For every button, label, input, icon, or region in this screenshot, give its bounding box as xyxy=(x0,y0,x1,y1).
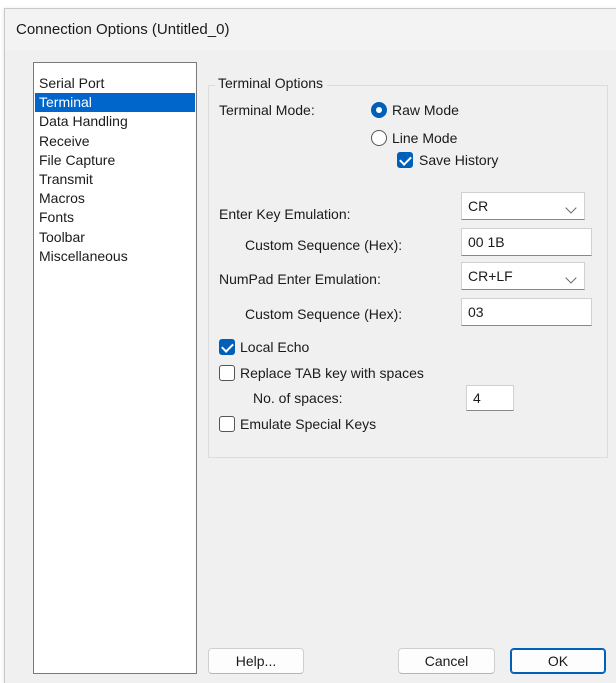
custom-sequence-input-2[interactable]: 03 xyxy=(461,298,592,326)
category-item-fonts[interactable]: Fonts xyxy=(35,208,195,227)
custom-sequence-input-1[interactable]: 00 1B xyxy=(461,228,592,256)
category-item-miscellaneous[interactable]: Miscellaneous xyxy=(35,247,195,266)
num-spaces-input[interactable]: 4 xyxy=(466,385,514,411)
category-item-toolbar[interactable]: Toolbar xyxy=(35,228,195,247)
category-item-terminal[interactable]: Terminal xyxy=(35,93,195,113)
save-history-checkbox[interactable] xyxy=(397,152,413,168)
custom-sequence-value-1: 00 1B xyxy=(468,234,505,250)
enter-key-emulation-value: CR xyxy=(468,198,489,214)
connection-options-dialog: Connection Options (Untitled_0) Serial P… xyxy=(4,8,616,683)
category-item-receive[interactable]: Receive xyxy=(35,132,195,151)
line-mode-label[interactable]: Line Mode xyxy=(392,130,457,146)
emulate-special-keys-label[interactable]: Emulate Special Keys xyxy=(240,416,376,432)
num-spaces-label: No. of spaces: xyxy=(253,390,343,406)
category-item-file-capture[interactable]: File Capture xyxy=(35,151,195,170)
category-item-serial-port[interactable]: Serial Port xyxy=(35,74,195,93)
replace-tab-checkbox[interactable] xyxy=(219,365,235,381)
numpad-enter-emulation-select[interactable]: CR+LF xyxy=(461,262,585,290)
save-history-label[interactable]: Save History xyxy=(419,152,498,168)
cancel-button[interactable]: Cancel xyxy=(398,648,495,674)
chevron-down-icon xyxy=(565,202,577,214)
custom-sequence-label-2: Custom Sequence (Hex): xyxy=(245,306,403,322)
category-item-data-handling[interactable]: Data Handling xyxy=(35,112,195,131)
replace-tab-label[interactable]: Replace TAB key with spaces xyxy=(240,365,424,381)
chevron-down-icon xyxy=(565,272,577,284)
numpad-enter-emulation-label: NumPad Enter Emulation: xyxy=(219,271,381,287)
num-spaces-value: 4 xyxy=(473,390,481,406)
category-list[interactable]: Serial Port Terminal Data Handling Recei… xyxy=(33,62,197,674)
terminal-options-group-label: Terminal Options xyxy=(215,75,328,91)
terminal-mode-label: Terminal Mode: xyxy=(219,102,315,118)
line-mode-radio[interactable] xyxy=(371,130,387,146)
local-echo-label[interactable]: Local Echo xyxy=(240,339,309,355)
numpad-enter-emulation-value: CR+LF xyxy=(468,268,513,284)
local-echo-checkbox[interactable] xyxy=(219,339,235,355)
enter-key-emulation-label: Enter Key Emulation: xyxy=(219,206,351,222)
custom-sequence-value-2: 03 xyxy=(468,304,484,320)
ok-button[interactable]: OK xyxy=(510,648,606,674)
category-item-macros[interactable]: Macros xyxy=(35,189,195,208)
raw-mode-radio[interactable] xyxy=(371,102,387,118)
emulate-special-keys-checkbox[interactable] xyxy=(219,416,235,432)
custom-sequence-label-1: Custom Sequence (Hex): xyxy=(245,237,403,253)
title-bar[interactable]: Connection Options (Untitled_0) xyxy=(5,9,616,51)
help-button[interactable]: Help... xyxy=(208,648,304,674)
enter-key-emulation-select[interactable]: CR xyxy=(461,192,585,220)
raw-mode-label[interactable]: Raw Mode xyxy=(392,102,459,118)
category-item-transmit[interactable]: Transmit xyxy=(35,170,195,189)
window-title: Connection Options (Untitled_0) xyxy=(16,21,230,38)
